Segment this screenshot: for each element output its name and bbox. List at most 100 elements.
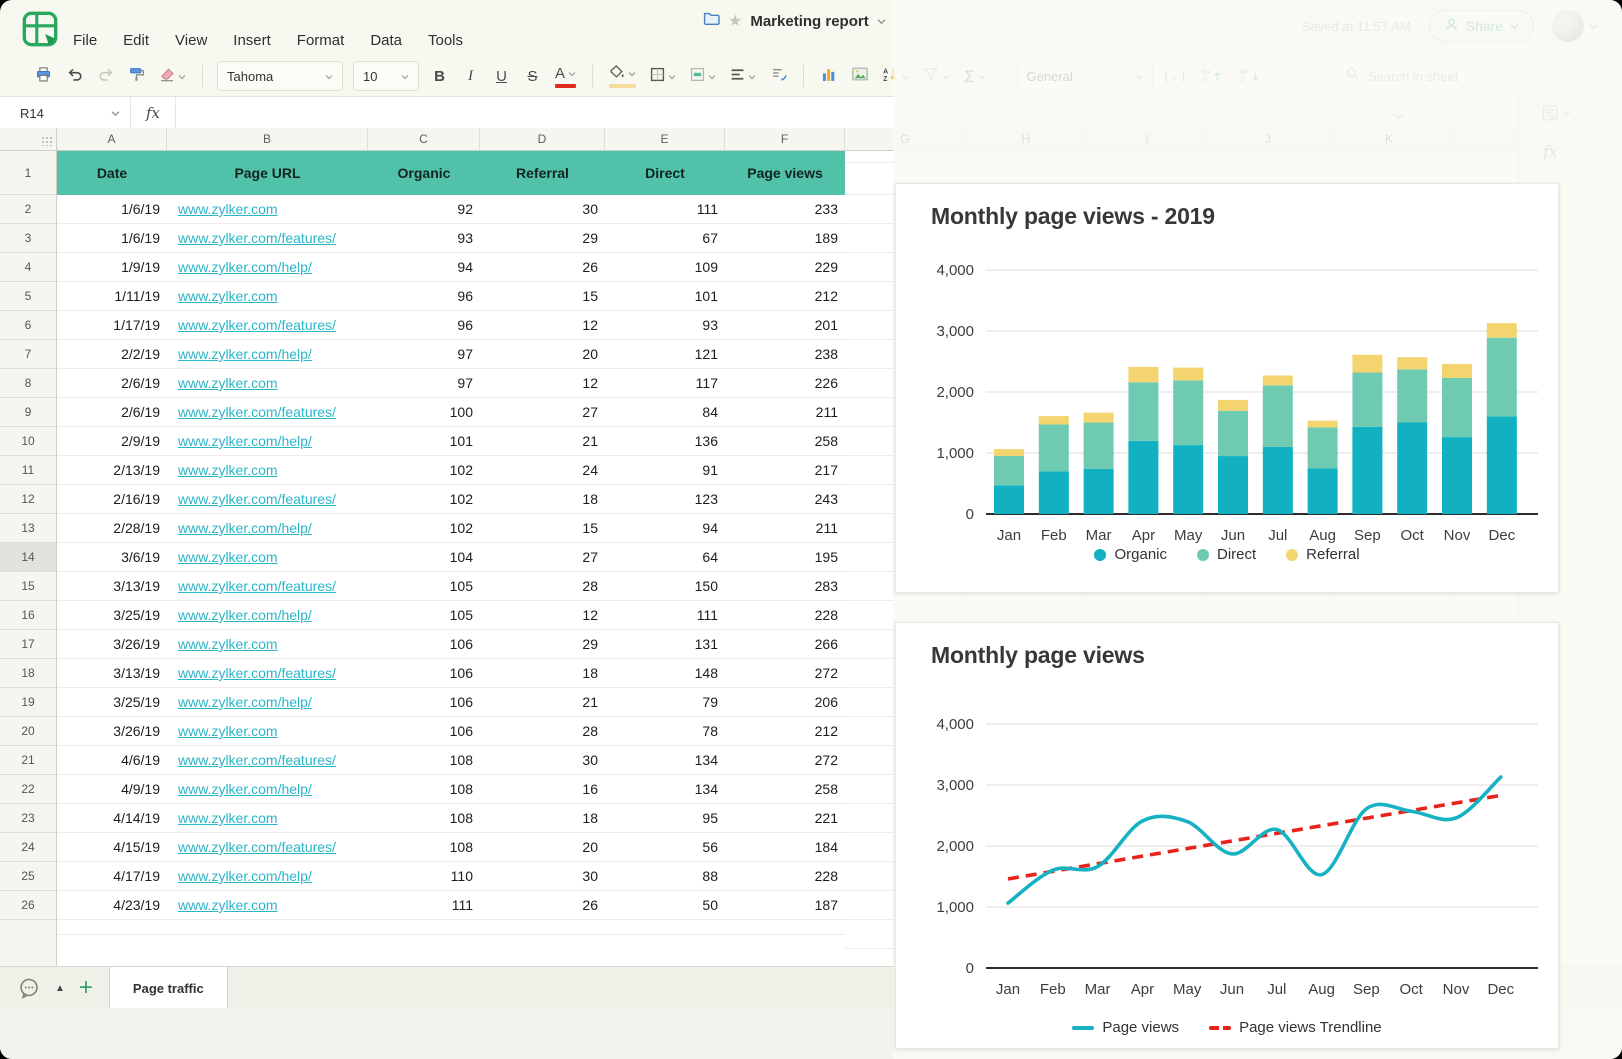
cell-f12[interactable]: 243 (725, 485, 845, 513)
cell-e24[interactable]: 56 (605, 833, 725, 861)
cell-c25[interactable]: 110 (368, 862, 480, 890)
row-header-26[interactable]: 26 (0, 891, 57, 920)
undo-icon[interactable] (60, 62, 89, 90)
cell-d14[interactable]: 27 (480, 543, 605, 571)
cell-b22[interactable]: www.zylker.com/help/ (167, 775, 368, 803)
table-row[interactable]: 2/6/19www.zylker.com/features/1002784211 (57, 398, 845, 427)
cell-f25[interactable]: 228 (725, 862, 845, 890)
strikethrough-icon[interactable]: S (518, 62, 547, 90)
page-url-link[interactable]: www.zylker.com (178, 636, 278, 652)
cell-b19[interactable]: www.zylker.com/help/ (167, 688, 368, 716)
select-all-corner[interactable] (0, 128, 57, 150)
cell-d5[interactable]: 15 (480, 282, 605, 310)
comma-format-icon[interactable]: ( , ) (1159, 62, 1193, 90)
cell-c5[interactable]: 96 (368, 282, 480, 310)
cell-b17[interactable]: www.zylker.com (167, 630, 368, 658)
chart-card-line[interactable]: 01,0002,0003,0004,000JanFebMarAprMayJunJ… (895, 622, 1559, 1049)
cell-e7[interactable]: 121 (605, 340, 725, 368)
page-url-link[interactable]: www.zylker.com (178, 288, 278, 304)
menu-file[interactable]: File (60, 28, 110, 53)
cell-f6[interactable]: 201 (725, 311, 845, 339)
table-row[interactable]: 4/6/19www.zylker.com/features/1083013427… (57, 746, 845, 775)
table-row[interactable]: 1/9/19www.zylker.com/help/9426109229 (57, 253, 845, 282)
font-color-dropdown-icon[interactable] (568, 65, 576, 82)
page-url-link[interactable]: www.zylker.com/help/ (178, 694, 312, 710)
cell-c9[interactable]: 100 (368, 398, 480, 426)
cell-b12[interactable]: www.zylker.com/features/ (167, 485, 368, 513)
row-header-3[interactable]: 3 (0, 224, 57, 253)
cell-b2[interactable]: www.zylker.com (167, 195, 368, 223)
cell-b10[interactable]: www.zylker.com/help/ (167, 427, 368, 455)
cell-d9[interactable]: 27 (480, 398, 605, 426)
page-url-link[interactable]: www.zylker.com (178, 723, 278, 739)
sort-dropdown-icon[interactable] (901, 68, 909, 85)
cell-b23[interactable]: www.zylker.com (167, 804, 368, 832)
cell-c16[interactable]: 105 (368, 601, 480, 629)
redo-icon[interactable] (91, 62, 120, 90)
add-sheet-button[interactable]: + (79, 976, 93, 1000)
row-header-20[interactable]: 20 (0, 717, 57, 746)
row-header-15[interactable]: 15 (0, 572, 57, 601)
comments-icon[interactable] (17, 976, 41, 1000)
cell-d4[interactable]: 26 (480, 253, 605, 281)
cell-c10[interactable]: 101 (368, 427, 480, 455)
cell-a10[interactable]: 2/9/19 (57, 427, 167, 455)
row-header-22[interactable]: 22 (0, 775, 57, 804)
cell-f23[interactable]: 221 (725, 804, 845, 832)
fill-color-icon[interactable] (603, 62, 642, 90)
cell-f5[interactable]: 212 (725, 282, 845, 310)
font-family-select[interactable]: Tahoma (217, 61, 343, 91)
cell-b3[interactable]: www.zylker.com/features/ (167, 224, 368, 252)
cell-a12[interactable]: 2/16/19 (57, 485, 167, 513)
cell-e9[interactable]: 84 (605, 398, 725, 426)
cell-d3[interactable]: 29 (480, 224, 605, 252)
cell-b21[interactable]: www.zylker.com/features/ (167, 746, 368, 774)
table-row[interactable]: 3/13/19www.zylker.com/features/105281502… (57, 572, 845, 601)
column-header-g[interactable]: G (845, 128, 966, 150)
table-row[interactable]: 3/13/19www.zylker.com/features/106181482… (57, 659, 845, 688)
cell-a24[interactable]: 4/15/19 (57, 833, 167, 861)
column-header-b[interactable]: B (167, 128, 368, 150)
text-rotate-icon[interactable] (764, 62, 793, 90)
cell-d12[interactable]: 18 (480, 485, 605, 513)
row-header-2[interactable]: 2 (0, 195, 57, 224)
page-url-link[interactable]: www.zylker.com/features/ (178, 578, 336, 594)
cell-f10[interactable]: 258 (725, 427, 845, 455)
row-header-23[interactable]: 23 (0, 804, 57, 833)
page-url-link[interactable]: www.zylker.com (178, 201, 278, 217)
underline-icon[interactable]: U (487, 62, 516, 90)
row-header-11[interactable]: 11 (0, 456, 57, 485)
column-header-f[interactable]: F (725, 128, 845, 150)
cell-f11[interactable]: 217 (725, 456, 845, 484)
column-header-h[interactable]: H (966, 128, 1087, 150)
document-title[interactable]: Marketing report (750, 13, 868, 30)
page-url-link[interactable]: www.zylker.com/features/ (178, 839, 336, 855)
page-url-link[interactable]: www.zylker.com/help/ (178, 607, 312, 623)
cell-c7[interactable]: 97 (368, 340, 480, 368)
cell-b13[interactable]: www.zylker.com/help/ (167, 514, 368, 542)
cell-c4[interactable]: 94 (368, 253, 480, 281)
cell-e2[interactable]: 111 (605, 195, 725, 223)
cell-a17[interactable]: 3/26/19 (57, 630, 167, 658)
cell-b14[interactable]: www.zylker.com (167, 543, 368, 571)
table-row[interactable]: 4/15/19www.zylker.com/features/108205618… (57, 833, 845, 862)
increase-decimal-icon[interactable]: .00.0 (1194, 62, 1230, 90)
cell-f13[interactable]: 211 (725, 514, 845, 542)
cell-a26[interactable]: 4/23/19 (57, 891, 167, 919)
row-header-10[interactable]: 10 (0, 427, 57, 456)
row-header-24[interactable]: 24 (0, 833, 57, 862)
row-header-21[interactable]: 21 (0, 746, 57, 775)
table-row[interactable]: 1/17/19www.zylker.com/features/961293201 (57, 311, 845, 340)
cell-e6[interactable]: 93 (605, 311, 725, 339)
avatar[interactable] (1552, 10, 1584, 42)
cell-b9[interactable]: www.zylker.com/features/ (167, 398, 368, 426)
cell-e14[interactable]: 64 (605, 543, 725, 571)
font-size-select[interactable]: 10 (353, 61, 419, 91)
row-header-5[interactable]: 5 (0, 282, 57, 311)
format-painter-icon[interactable] (122, 62, 151, 90)
cell-d8[interactable]: 12 (480, 369, 605, 397)
table-row[interactable]: 4/14/19www.zylker.com1081895221 (57, 804, 845, 833)
cell-e3[interactable]: 67 (605, 224, 725, 252)
cell-b24[interactable]: www.zylker.com/features/ (167, 833, 368, 861)
cell-d21[interactable]: 30 (480, 746, 605, 774)
